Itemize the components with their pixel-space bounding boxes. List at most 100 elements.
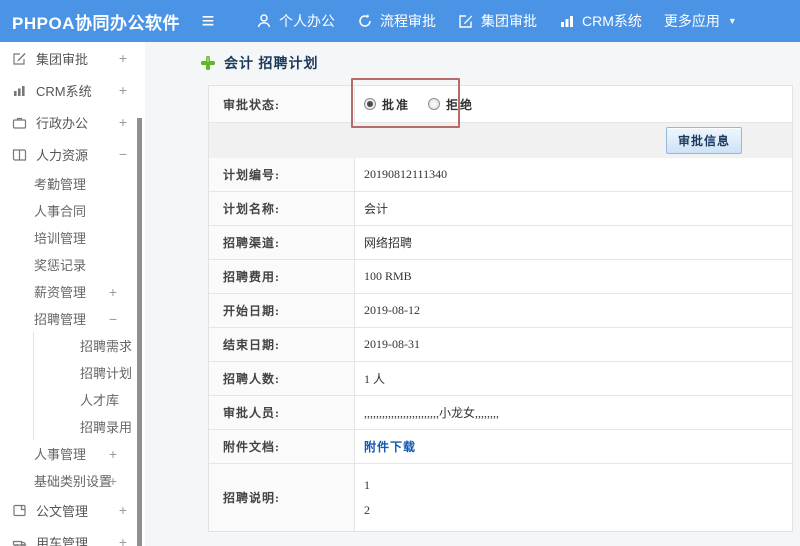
nav-label: 集团审批 — [481, 13, 537, 29]
expand-plus-icon[interactable]: + — [119, 534, 127, 546]
reject-radio[interactable] — [428, 98, 441, 110]
sidebar-item-vehicle[interactable]: 用车管理 + — [0, 526, 145, 546]
sidebar-item-label: 招聘管理 — [34, 312, 87, 327]
expand-plus-icon[interactable]: + — [119, 82, 127, 98]
field-value: 20190812111340 — [364, 167, 448, 181]
sidebar-item-rewards[interactable]: 奖惩记录 — [0, 251, 145, 278]
collapse-minus-icon[interactable]: − — [119, 146, 127, 162]
sidebar-item-label: 奖惩记录 — [34, 258, 87, 273]
field-value: 会计 — [364, 202, 389, 216]
sidebar-item-recruitment[interactable]: 招聘管理 − — [0, 305, 145, 332]
collapse-minus-icon[interactable]: − — [109, 311, 117, 327]
approval-info-button[interactable]: 审批信息 — [665, 127, 742, 154]
sidebar-item-attendance[interactable]: 考勤管理 — [0, 170, 145, 197]
nav-group-approval[interactable]: 集团审批 — [458, 11, 537, 31]
caret-down-icon: ▼ — [727, 16, 737, 26]
field-label: 招聘渠道: — [209, 226, 355, 259]
recruitment-plan-detail-table: 审批状态: 批准 拒绝 审批信息 计划编号: 20190812111340 计划… — [208, 85, 793, 532]
sidebar-item-label: 人事管理 — [34, 447, 87, 462]
sidebar-item-label: CRM系统 — [36, 83, 92, 99]
sidebar-item-label: 薪资管理 — [34, 285, 87, 300]
row-start-date: 开始日期: 2019-08-12 — [209, 294, 792, 328]
sidebar-item-hr-contract[interactable]: 人事合同 — [0, 197, 145, 224]
briefcase-icon — [12, 115, 27, 130]
edit-icon — [458, 13, 474, 29]
approve-radio[interactable] — [364, 98, 376, 110]
nav-personal-office[interactable]: 个人办公 — [256, 11, 335, 31]
page-title: 会计 招聘计划 — [224, 57, 319, 72]
approve-radio-label[interactable]: 批准 — [382, 96, 410, 113]
car-icon — [12, 535, 27, 546]
add-plus-icon[interactable] — [200, 55, 216, 71]
row-recruit-channel: 招聘渠道: 网络招聘 — [209, 226, 792, 260]
nav-workflow-approval[interactable]: 流程审批 — [357, 11, 436, 31]
nav-label: 流程审批 — [380, 13, 436, 29]
sidebar-item-base-category[interactable]: 基础类别设置 + — [0, 467, 145, 494]
description-line: 1 — [364, 477, 370, 492]
sidebar-scrollbar[interactable] — [137, 118, 142, 546]
sidebar-item-label: 招聘需求 — [80, 339, 133, 354]
field-label: 结束日期: — [209, 328, 355, 361]
sidebar-item-group-approval[interactable]: 集团审批 + — [0, 42, 145, 74]
field-value: 网络招聘 — [364, 236, 413, 250]
row-plan-number: 计划编号: 20190812111340 — [209, 158, 792, 192]
field-label: 计划编号: — [209, 158, 355, 191]
top-navigation: 个人办公 流程审批 集团审批 CRM系统 更多应用 ▼ — [256, 11, 759, 31]
row-approval-info: 审批信息 — [209, 123, 792, 158]
sidebar-item-label: 行政办公 — [36, 115, 89, 131]
sidebar-item-documents[interactable]: 公文管理 + — [0, 494, 145, 526]
sidebar-item-label: 人力资源 — [36, 147, 89, 163]
sidebar-item-talent-pool[interactable]: 人才库 — [33, 386, 145, 413]
sidebar-item-label: 招聘计划 — [80, 366, 133, 381]
field-label: 招聘费用: — [209, 260, 355, 293]
app-logo: PHPOA协同办公软件 — [12, 13, 180, 33]
row-approval-status: 审批状态: 批准 拒绝 — [209, 86, 792, 123]
sidebar-item-recruit-demand[interactable]: 招聘需求 — [33, 332, 145, 359]
field-label: 招聘说明: — [209, 464, 355, 531]
sidebar-item-label: 公文管理 — [36, 503, 89, 519]
nav-more-apps[interactable]: 更多应用 ▼ — [664, 11, 737, 31]
expand-plus-icon[interactable]: + — [109, 284, 117, 300]
sidebar-item-personnel[interactable]: 人事管理 + — [0, 440, 145, 467]
row-end-date: 结束日期: 2019-08-31 — [209, 328, 792, 362]
expand-plus-icon[interactable]: + — [119, 502, 127, 518]
hamburger-menu-icon[interactable]: ≡ — [188, 0, 228, 42]
edit-square-icon — [12, 51, 27, 66]
row-plan-name: 计划名称: 会计 — [209, 192, 792, 226]
sidebar-item-label: 集团审批 — [36, 51, 89, 67]
expand-plus-icon[interactable]: + — [109, 473, 117, 489]
sidebar-item-crm[interactable]: CRM系统 + — [0, 74, 145, 106]
sidebar-item-label: 用车管理 — [36, 535, 89, 546]
sidebar-item-recruit-plan[interactable]: 招聘计划 — [33, 359, 145, 386]
expand-plus-icon[interactable]: + — [119, 50, 127, 66]
approval-status-radio-group: 批准 拒绝 — [364, 96, 492, 113]
document-icon — [12, 503, 27, 518]
expand-plus-icon[interactable]: + — [119, 114, 127, 130]
bar-chart-icon — [12, 83, 27, 98]
sidebar-item-hr[interactable]: 人力资源 − — [0, 138, 145, 170]
field-label: 开始日期: — [209, 294, 355, 327]
sidebar-item-label: 基础类别设置 — [34, 474, 113, 489]
reject-radio-label[interactable]: 拒绝 — [446, 96, 474, 113]
topbar: PHPOA协同办公软件 ≡ 个人办公 流程审批 集团审批 CRM系统 更多应用 … — [0, 0, 800, 42]
sidebar-item-label: 招聘录用 — [80, 420, 133, 435]
row-recruit-cost: 招聘费用: 100 RMB — [209, 260, 792, 294]
sidebar-item-salary[interactable]: 薪资管理 + — [0, 278, 145, 305]
nav-label: 个人办公 — [279, 13, 335, 29]
nav-crm-system[interactable]: CRM系统 — [559, 11, 642, 31]
sidebar-item-training[interactable]: 培训管理 — [0, 224, 145, 251]
row-recruit-description: 招聘说明: 1 2 — [209, 464, 792, 531]
sidebar: 集团审批 + CRM系统 + 行政办公 + 人力资源 − 考勤管理 人事合同 培… — [0, 42, 145, 546]
field-label: 审批状态: — [209, 86, 355, 122]
book-icon — [12, 147, 27, 162]
page-header: 会计 招聘计划 — [200, 53, 319, 73]
sidebar-item-label: 考勤管理 — [34, 177, 87, 192]
description-line: 2 — [364, 502, 370, 517]
attachment-download-link[interactable]: 附件下载 — [364, 438, 416, 455]
field-value: 100 RMB — [364, 269, 412, 283]
field-label: 招聘人数: — [209, 362, 355, 395]
sidebar-item-label: 人才库 — [80, 393, 120, 408]
expand-plus-icon[interactable]: + — [109, 446, 117, 462]
sidebar-item-admin-office[interactable]: 行政办公 + — [0, 106, 145, 138]
sidebar-item-recruit-hire[interactable]: 招聘录用 — [33, 413, 145, 440]
